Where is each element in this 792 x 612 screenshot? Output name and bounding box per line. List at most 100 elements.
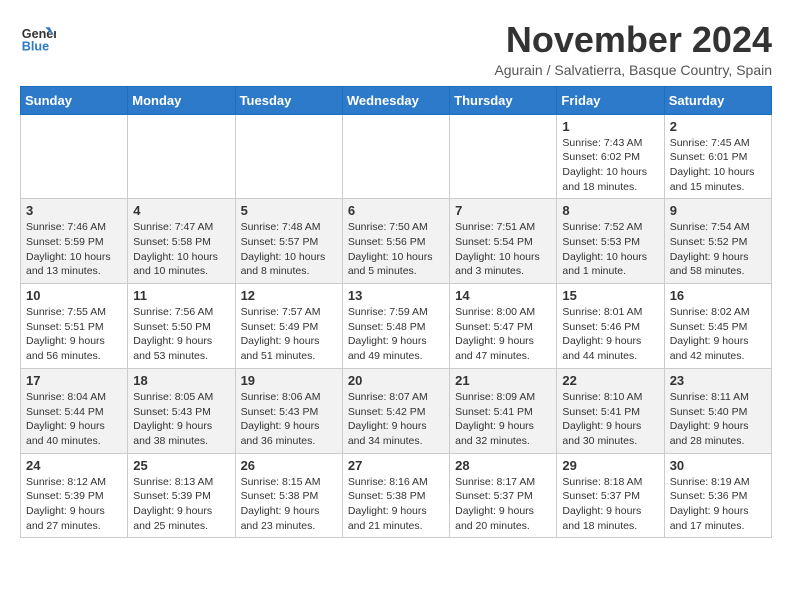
calendar-cell: 25 Sunrise: 8:13 AM Sunset: 5:39 PM Dayli… <box>128 453 235 538</box>
day-info: Sunrise: 7:54 AM Sunset: 5:52 PM Dayligh… <box>670 220 766 279</box>
calendar-cell: 2 Sunrise: 7:45 AM Sunset: 6:01 PM Daylig… <box>664 114 771 199</box>
day-number: 28 <box>455 458 551 473</box>
calendar-week-1: 1 Sunrise: 7:43 AM Sunset: 6:02 PM Daylig… <box>21 114 772 199</box>
day-info: Sunrise: 8:06 AM Sunset: 5:43 PM Dayligh… <box>241 390 337 449</box>
weekday-header-saturday: Saturday <box>664 86 771 114</box>
day-number: 11 <box>133 288 229 303</box>
day-number: 3 <box>26 203 122 218</box>
calendar-week-3: 10Sunrise: 7:55 AM Sunset: 5:51 PM Dayli… <box>21 284 772 369</box>
day-info: Sunrise: 8:02 AM Sunset: 5:45 PM Dayligh… <box>670 305 766 364</box>
day-number: 24 <box>26 458 122 473</box>
calendar-cell: 10Sunrise: 7:55 AM Sunset: 5:51 PM Dayli… <box>21 284 128 369</box>
day-number: 9 <box>670 203 766 218</box>
day-info: Sunrise: 7:52 AM Sunset: 5:53 PM Dayligh… <box>562 220 658 279</box>
day-number: 1 <box>562 119 658 134</box>
day-info: Sunrise: 7:57 AM Sunset: 5:49 PM Dayligh… <box>241 305 337 364</box>
weekday-header-sunday: Sunday <box>21 86 128 114</box>
day-number: 2 <box>670 119 766 134</box>
day-info: Sunrise: 8:04 AM Sunset: 5:44 PM Dayligh… <box>26 390 122 449</box>
day-number: 23 <box>670 373 766 388</box>
day-info: Sunrise: 7:46 AM Sunset: 5:59 PM Dayligh… <box>26 220 122 279</box>
calendar-cell: 26 Sunrise: 8:15 AM Sunset: 5:38 PM Dayli… <box>235 453 342 538</box>
calendar-cell <box>21 114 128 199</box>
day-number: 15 <box>562 288 658 303</box>
day-number: 22 <box>562 373 658 388</box>
day-info: Sunrise: 8:01 AM Sunset: 5:46 PM Dayligh… <box>562 305 658 364</box>
day-info: Sunrise: 8:00 AM Sunset: 5:47 PM Dayligh… <box>455 305 551 364</box>
subtitle: Agurain / Salvatierra, Basque Country, S… <box>494 62 772 78</box>
calendar-cell: 16 Sunrise: 8:02 AM Sunset: 5:45 PM Dayli… <box>664 284 771 369</box>
day-number: 4 <box>133 203 229 218</box>
day-info: Sunrise: 7:51 AM Sunset: 5:54 PM Dayligh… <box>455 220 551 279</box>
calendar-cell <box>450 114 557 199</box>
calendar-cell: 22 Sunrise: 8:10 AM Sunset: 5:41 PM Dayli… <box>557 368 664 453</box>
calendar-cell: 23Sunrise: 8:11 AM Sunset: 5:40 PM Dayli… <box>664 368 771 453</box>
day-number: 14 <box>455 288 551 303</box>
day-info: Sunrise: 7:43 AM Sunset: 6:02 PM Dayligh… <box>562 136 658 195</box>
day-info: Sunrise: 8:13 AM Sunset: 5:39 PM Dayligh… <box>133 475 229 534</box>
day-number: 18 <box>133 373 229 388</box>
day-info: Sunrise: 7:45 AM Sunset: 6:01 PM Dayligh… <box>670 136 766 195</box>
day-number: 21 <box>455 373 551 388</box>
day-number: 25 <box>133 458 229 473</box>
day-info: Sunrise: 8:05 AM Sunset: 5:43 PM Dayligh… <box>133 390 229 449</box>
logo: General Blue <box>20 20 56 56</box>
title-block: November 2024 Agurain / Salvatierra, Bas… <box>494 20 772 78</box>
page-header: General Blue November 2024 Agurain / Sal… <box>20 20 772 78</box>
day-info: Sunrise: 7:59 AM Sunset: 5:48 PM Dayligh… <box>348 305 444 364</box>
calendar-cell: 21Sunrise: 8:09 AM Sunset: 5:41 PM Dayli… <box>450 368 557 453</box>
calendar-cell: 13Sunrise: 7:59 AM Sunset: 5:48 PM Dayli… <box>342 284 449 369</box>
calendar-cell: 20 Sunrise: 8:07 AM Sunset: 5:42 PM Dayli… <box>342 368 449 453</box>
logo-icon: General Blue <box>20 20 56 56</box>
calendar-cell: 15 Sunrise: 8:01 AM Sunset: 5:46 PM Dayli… <box>557 284 664 369</box>
calendar-cell: 12 Sunrise: 7:57 AM Sunset: 5:49 PM Dayli… <box>235 284 342 369</box>
calendar-cell: 5 Sunrise: 7:48 AM Sunset: 5:57 PM Daylig… <box>235 199 342 284</box>
calendar-week-4: 17Sunrise: 8:04 AM Sunset: 5:44 PM Dayli… <box>21 368 772 453</box>
weekday-header-wednesday: Wednesday <box>342 86 449 114</box>
calendar-cell: 8 Sunrise: 7:52 AM Sunset: 5:53 PM Daylig… <box>557 199 664 284</box>
calendar-cell: 30 Sunrise: 8:19 AM Sunset: 5:36 PM Dayli… <box>664 453 771 538</box>
calendar-cell: 27 Sunrise: 8:16 AM Sunset: 5:38 PM Dayli… <box>342 453 449 538</box>
day-number: 7 <box>455 203 551 218</box>
day-number: 30 <box>670 458 766 473</box>
calendar-cell: 7 Sunrise: 7:51 AM Sunset: 5:54 PM Daylig… <box>450 199 557 284</box>
calendar-cell: 17Sunrise: 8:04 AM Sunset: 5:44 PM Dayli… <box>21 368 128 453</box>
calendar-cell: 9 Sunrise: 7:54 AM Sunset: 5:52 PM Daylig… <box>664 199 771 284</box>
day-info: Sunrise: 7:56 AM Sunset: 5:50 PM Dayligh… <box>133 305 229 364</box>
day-info: Sunrise: 7:50 AM Sunset: 5:56 PM Dayligh… <box>348 220 444 279</box>
day-info: Sunrise: 8:15 AM Sunset: 5:38 PM Dayligh… <box>241 475 337 534</box>
calendar-cell: 19Sunrise: 8:06 AM Sunset: 5:43 PM Dayli… <box>235 368 342 453</box>
day-number: 27 <box>348 458 444 473</box>
day-info: Sunrise: 7:48 AM Sunset: 5:57 PM Dayligh… <box>241 220 337 279</box>
calendar-cell: 6Sunrise: 7:50 AM Sunset: 5:56 PM Daylig… <box>342 199 449 284</box>
day-info: Sunrise: 7:47 AM Sunset: 5:58 PM Dayligh… <box>133 220 229 279</box>
calendar-cell: 3 Sunrise: 7:46 AM Sunset: 5:59 PM Daylig… <box>21 199 128 284</box>
calendar-cell: 24 Sunrise: 8:12 AM Sunset: 5:39 PM Dayli… <box>21 453 128 538</box>
day-number: 12 <box>241 288 337 303</box>
month-title: November 2024 <box>494 20 772 60</box>
day-info: Sunrise: 8:16 AM Sunset: 5:38 PM Dayligh… <box>348 475 444 534</box>
calendar-cell: 18 Sunrise: 8:05 AM Sunset: 5:43 PM Dayli… <box>128 368 235 453</box>
weekday-header-tuesday: Tuesday <box>235 86 342 114</box>
day-number: 10 <box>26 288 122 303</box>
day-info: Sunrise: 8:12 AM Sunset: 5:39 PM Dayligh… <box>26 475 122 534</box>
weekday-header-thursday: Thursday <box>450 86 557 114</box>
calendar-cell: 28 Sunrise: 8:17 AM Sunset: 5:37 PM Dayli… <box>450 453 557 538</box>
calendar-week-5: 24 Sunrise: 8:12 AM Sunset: 5:39 PM Dayli… <box>21 453 772 538</box>
day-info: Sunrise: 8:18 AM Sunset: 5:37 PM Dayligh… <box>562 475 658 534</box>
day-number: 20 <box>348 373 444 388</box>
calendar-cell <box>128 114 235 199</box>
svg-text:Blue: Blue <box>22 40 49 54</box>
day-info: Sunrise: 8:07 AM Sunset: 5:42 PM Dayligh… <box>348 390 444 449</box>
day-info: Sunrise: 8:10 AM Sunset: 5:41 PM Dayligh… <box>562 390 658 449</box>
calendar-cell <box>342 114 449 199</box>
day-number: 16 <box>670 288 766 303</box>
day-info: Sunrise: 8:17 AM Sunset: 5:37 PM Dayligh… <box>455 475 551 534</box>
calendar-cell <box>235 114 342 199</box>
day-number: 5 <box>241 203 337 218</box>
day-number: 26 <box>241 458 337 473</box>
day-info: Sunrise: 8:19 AM Sunset: 5:36 PM Dayligh… <box>670 475 766 534</box>
calendar-table: SundayMondayTuesdayWednesdayThursdayFrid… <box>20 86 772 539</box>
day-number: 8 <box>562 203 658 218</box>
calendar-cell: 14 Sunrise: 8:00 AM Sunset: 5:47 PM Dayli… <box>450 284 557 369</box>
